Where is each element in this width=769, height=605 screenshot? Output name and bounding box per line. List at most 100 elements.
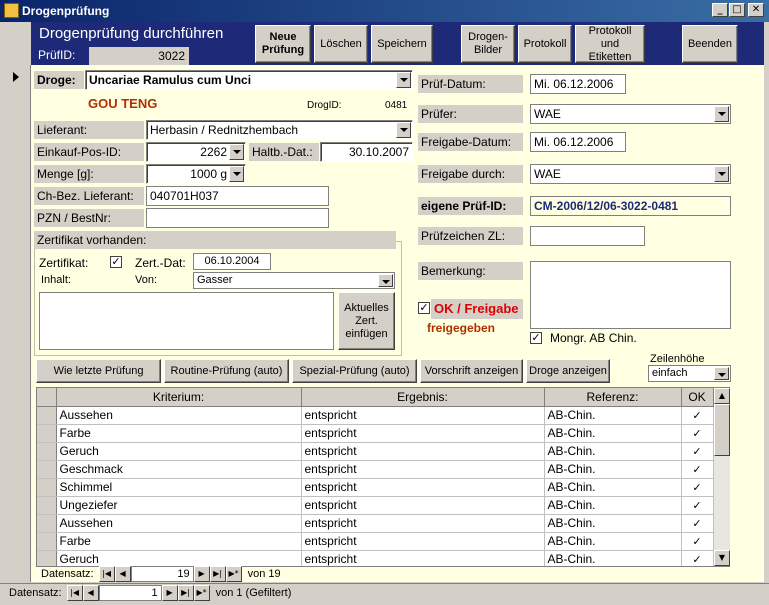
row-selector[interactable]	[37, 532, 57, 551]
main-prev-record-icon[interactable]: ◀	[82, 585, 99, 601]
exit-button[interactable]: Beenden	[682, 25, 738, 63]
tester-select[interactable]: WAE	[530, 104, 731, 124]
ok-checkbox[interactable]: ✓	[681, 478, 714, 497]
certificate-checkbox[interactable]: ✓	[110, 256, 122, 268]
criterion-cell[interactable]: Schimmel	[56, 478, 302, 497]
like-last-test-button[interactable]: Wie letzte Prüfung	[36, 359, 161, 383]
ok-checkbox[interactable]: ✓	[681, 424, 714, 443]
main-first-record-icon[interactable]: |◀	[66, 585, 83, 601]
ok-checkbox[interactable]: ✓	[681, 532, 714, 551]
batch-field[interactable]: 040701H037	[146, 186, 329, 206]
routine-test-button[interactable]: Routine-Prüfung (auto)	[164, 359, 289, 383]
table-row[interactable]: Geschmack entspricht AB-Chin. ✓	[37, 460, 714, 479]
drug-dropdown-icon[interactable]	[396, 72, 411, 88]
reference-cell[interactable]: AB-Chin.	[544, 514, 682, 533]
minimize-button[interactable]: _	[712, 3, 728, 17]
result-cell[interactable]: entspricht	[301, 442, 545, 461]
pzn-field[interactable]	[146, 208, 329, 228]
table-row[interactable]: Ungeziefer entspricht AB-Chin. ✓	[37, 496, 714, 515]
row-selector[interactable]	[37, 406, 57, 425]
own-test-id-field[interactable]: CM-2006/12/06-3022-0481	[530, 196, 731, 216]
show-drug-button[interactable]: Droge anzeigen	[526, 359, 610, 383]
quantity-select[interactable]: 1000 g	[146, 164, 246, 184]
criterion-cell[interactable]: Geschmack	[56, 460, 302, 479]
supplier-select[interactable]: Herbasin / Rednitzhembach	[146, 120, 413, 140]
result-cell[interactable]: entspricht	[301, 496, 545, 515]
column-header-criterion[interactable]: Kriterium:	[56, 388, 302, 407]
column-header-reference[interactable]: Referenz:	[544, 388, 682, 407]
table-row[interactable]: Schimmel entspricht AB-Chin. ✓	[37, 478, 714, 497]
reference-cell[interactable]: AB-Chin.	[544, 478, 682, 497]
table-row[interactable]: Aussehen entspricht AB-Chin. ✓	[37, 406, 714, 425]
criterion-cell[interactable]: Aussehen	[56, 514, 302, 533]
ok-checkbox[interactable]: ✓	[681, 406, 714, 425]
table-row[interactable]: Aussehen entspricht AB-Chin. ✓	[37, 514, 714, 533]
reference-cell[interactable]: AB-Chin.	[544, 406, 682, 425]
first-record-icon[interactable]: |◀	[98, 566, 115, 582]
row-selector[interactable]	[37, 478, 57, 497]
scroll-up-icon[interactable]: ▲	[714, 388, 730, 404]
criterion-cell[interactable]: Ungeziefer	[56, 496, 302, 515]
criterion-cell[interactable]: Aussehen	[56, 406, 302, 425]
ok-checkbox[interactable]: ✓	[681, 442, 714, 461]
row-selector[interactable]	[37, 496, 57, 515]
reference-cell[interactable]: AB-Chin.	[544, 424, 682, 443]
show-regulation-button[interactable]: Vorschrift anzeigen	[420, 359, 523, 383]
drug-images-button[interactable]: Drogen-Bilder	[461, 25, 515, 63]
purchase-pos-dropdown-icon[interactable]	[229, 144, 244, 160]
ok-checkbox[interactable]: ✓	[681, 496, 714, 515]
expiry-field[interactable]: 30.10.2007	[320, 142, 413, 162]
table-row[interactable]: Farbe entspricht AB-Chin. ✓	[37, 532, 714, 551]
criterion-cell[interactable]: Farbe	[56, 532, 302, 551]
result-cell[interactable]: entspricht	[301, 460, 545, 479]
row-selector[interactable]	[37, 424, 57, 443]
released-by-select[interactable]: WAE	[530, 164, 731, 184]
new-test-button[interactable]: Neue Prüfung	[255, 25, 311, 63]
next-record-icon[interactable]: ▶	[193, 566, 210, 582]
result-cell[interactable]: entspricht	[301, 478, 545, 497]
release-date-field[interactable]: Mi. 06.12.2006	[530, 132, 626, 152]
main-current-record[interactable]: 1	[98, 585, 162, 601]
cert-content-field[interactable]	[39, 292, 334, 350]
result-cell[interactable]: entspricht	[301, 532, 545, 551]
result-cell[interactable]: entspricht	[301, 514, 545, 533]
new-record-icon[interactable]: ▶*	[225, 566, 242, 582]
special-test-button[interactable]: Spezial-Prüfung (auto)	[292, 359, 417, 383]
released-by-dropdown-icon[interactable]	[714, 166, 729, 182]
ok-checkbox[interactable]: ✓	[681, 550, 714, 566]
maximize-button[interactable]: □	[729, 3, 745, 17]
protocol-button[interactable]: Protokoll	[518, 25, 572, 63]
criterion-cell[interactable]: Farbe	[56, 424, 302, 443]
cert-from-dropdown-icon[interactable]	[378, 274, 393, 287]
protocol-labels-button[interactable]: Protokoll und Etiketten	[575, 25, 645, 63]
result-cell[interactable]: entspricht	[301, 550, 545, 566]
test-mark-field[interactable]	[530, 226, 645, 246]
ok-checkbox[interactable]: ✓	[681, 514, 714, 533]
criterion-cell[interactable]: Geruch	[56, 442, 302, 461]
scroll-down-icon[interactable]: ▼	[714, 550, 730, 566]
table-row[interactable]: Geruch entspricht AB-Chin. ✓	[37, 442, 714, 461]
table-row[interactable]: Farbe entspricht AB-Chin. ✓	[37, 424, 714, 443]
scroll-thumb[interactable]	[714, 404, 730, 456]
row-height-select[interactable]: einfach	[648, 365, 731, 382]
tester-dropdown-icon[interactable]	[714, 106, 729, 122]
remark-field[interactable]	[530, 261, 731, 329]
reference-cell[interactable]: AB-Chin.	[544, 532, 682, 551]
cert-from-select[interactable]: Gasser	[193, 272, 395, 289]
insert-current-cert-button[interactable]: Aktuelles Zert. einfügen	[338, 292, 395, 350]
main-next-record-icon[interactable]: ▶	[161, 585, 178, 601]
drug-select[interactable]: Uncariae Ramulus cum Unci	[85, 70, 413, 90]
row-height-dropdown-icon[interactable]	[714, 367, 729, 380]
prev-record-icon[interactable]: ◀	[114, 566, 131, 582]
reference-cell[interactable]: AB-Chin.	[544, 496, 682, 515]
ok-checkbox[interactable]: ✓	[681, 460, 714, 479]
main-last-record-icon[interactable]: ▶|	[177, 585, 194, 601]
main-new-record-icon[interactable]: ▶*	[193, 585, 210, 601]
cert-date-field[interactable]: 06.10.2004	[193, 253, 271, 270]
quantity-dropdown-icon[interactable]	[229, 166, 244, 182]
test-date-field[interactable]: Mi. 06.12.2006	[530, 74, 626, 94]
reference-cell[interactable]: AB-Chin.	[544, 442, 682, 461]
save-button[interactable]: Speichern	[371, 25, 433, 63]
selector-header[interactable]	[37, 388, 57, 407]
result-cell[interactable]: entspricht	[301, 406, 545, 425]
